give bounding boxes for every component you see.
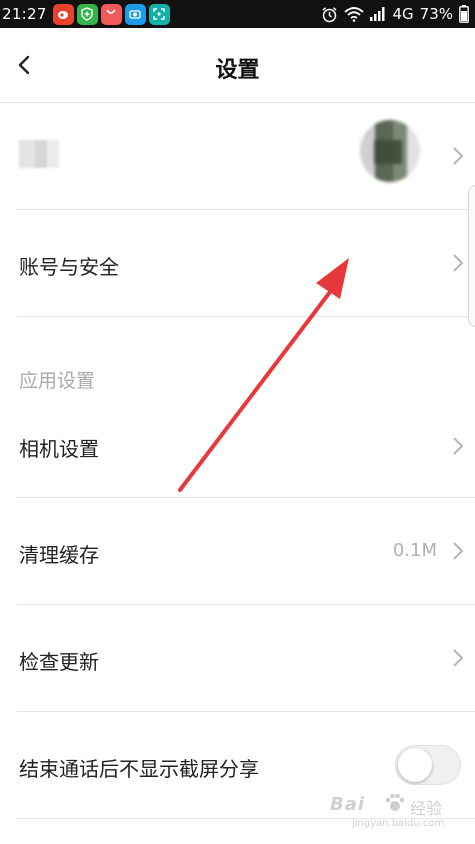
status-bar-left: 21:27 <box>0 3 170 25</box>
alarm-icon <box>321 6 338 23</box>
page-title: 设置 <box>215 58 260 83</box>
wifi-icon <box>344 6 365 22</box>
camera-settings-row[interactable]: 相机设置 <box>0 400 475 497</box>
clear-cache-label: 清理缓存 <box>19 543 99 567</box>
profile-name <box>19 140 59 168</box>
status-time: 21:27 <box>2 5 47 23</box>
chevron-right-icon <box>453 542 464 560</box>
divider <box>17 316 475 317</box>
account-security-label: 账号与安全 <box>19 255 119 279</box>
check-update-row[interactable]: 检查更新 <box>0 605 475 711</box>
chevron-right-icon <box>453 254 464 272</box>
chevron-right-icon <box>453 437 464 455</box>
section-header-app-settings: 应用设置 <box>19 370 96 392</box>
side-edge-tab[interactable] <box>468 185 475 327</box>
avatar[interactable] <box>360 120 420 182</box>
network-type: 4G <box>392 5 414 23</box>
watermark-url: jingyan.baidu.com <box>352 818 445 829</box>
status-bar: 21:27 4G 73% <box>0 0 475 28</box>
signal-icon <box>370 7 386 21</box>
nav-bar: 设置 <box>0 28 475 103</box>
chevron-right-icon <box>453 147 464 165</box>
scan-app-icon <box>148 3 170 25</box>
hide-screenshot-share-label: 结束通话后不显示截屏分享 <box>19 757 259 781</box>
account-security-row[interactable]: 账号与安全 <box>0 210 475 316</box>
cache-size-value: 0.1M <box>392 540 437 561</box>
camera-settings-label: 相机设置 <box>19 437 99 461</box>
shield-app-icon <box>76 3 98 25</box>
battery-icon <box>459 5 469 23</box>
check-update-label: 检查更新 <box>19 650 99 674</box>
toggle-knob <box>398 748 432 782</box>
divider <box>17 818 475 819</box>
battery-percent: 73% <box>419 5 453 23</box>
shopping-bag-app-icon <box>100 3 122 25</box>
status-bar-right: 4G 73% <box>321 5 475 23</box>
settings-screen: 21:27 4G 73% 设置 账号与安全 应用设置 相机设置 清理缓存 0.1… <box>0 0 475 844</box>
camera-app-icon <box>124 3 146 25</box>
hide-screenshot-share-toggle[interactable] <box>395 745 461 785</box>
weibo-app-icon <box>52 3 74 25</box>
chevron-right-icon <box>453 649 464 667</box>
